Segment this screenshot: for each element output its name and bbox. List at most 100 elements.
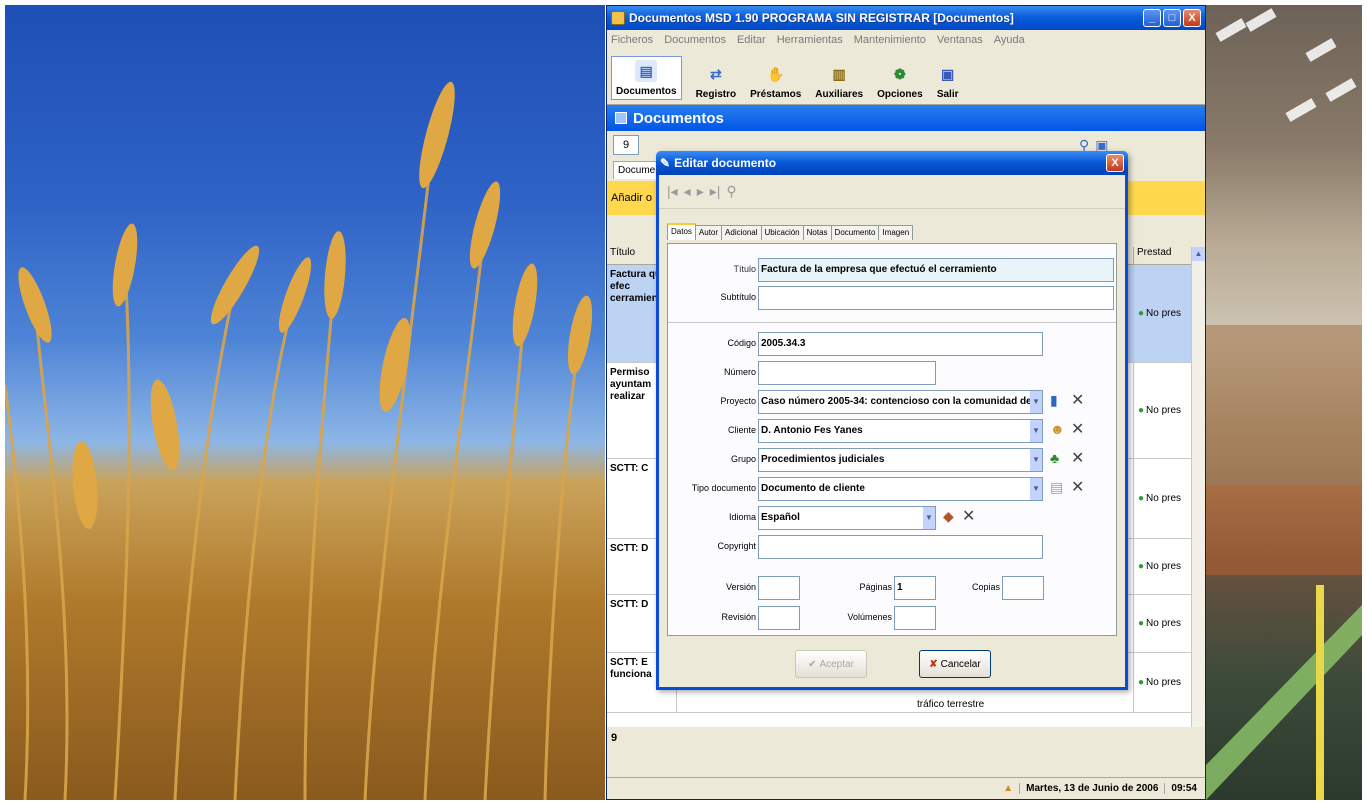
- toolbar-salir-label: Salir: [936, 89, 959, 100]
- menu-ventanas[interactable]: Ventanas: [937, 34, 983, 46]
- proyecto-select[interactable]: Caso número 2005-34: contencioso con la …: [758, 390, 1043, 414]
- toolbar-documentos-button[interactable]: ▤ Documentos: [611, 56, 682, 100]
- next-record-icon[interactable]: ▸: [697, 183, 704, 200]
- idioma-dropdown-icon[interactable]: ▼: [923, 507, 935, 529]
- grid-footer: 9: [607, 728, 1205, 756]
- close-button[interactable]: X: [1183, 9, 1201, 27]
- dialog-title-bar: ✎ Editar documento X: [656, 151, 1128, 175]
- toolbar-prestamos-button[interactable]: ✋ Préstamos: [750, 63, 802, 101]
- idioma-select[interactable]: Español: [758, 506, 936, 530]
- volumenes-label: Volúmenes: [847, 612, 892, 622]
- check-icon: ✔: [808, 658, 817, 670]
- idioma-label: Idioma: [728, 512, 756, 522]
- exit-icon: ▣: [941, 65, 955, 82]
- grid-scrollbar[interactable]: ▲: [1191, 247, 1205, 727]
- dialog-title: Editar documento: [674, 156, 777, 170]
- cliente-dropdown-icon[interactable]: ▼: [1030, 420, 1042, 442]
- tab-notas[interactable]: Notas: [802, 225, 832, 240]
- proyecto-clear-icon[interactable]: ✕: [1071, 390, 1084, 410]
- last-record-icon[interactable]: ▸|: [710, 183, 721, 200]
- status-bar: ▲ Martes, 13 de Junio de 2006 09:54: [607, 777, 1205, 799]
- menu-documentos[interactable]: Documentos: [664, 34, 726, 46]
- proyecto-label: Proyecto: [720, 396, 756, 406]
- paginas-field[interactable]: 1: [894, 576, 936, 600]
- numero-field[interactable]: [758, 361, 936, 385]
- proyecto-dropdown-icon[interactable]: ▼: [1030, 391, 1042, 413]
- copias-field[interactable]: [1002, 576, 1044, 600]
- menu-ficheros[interactable]: Ficheros: [611, 34, 653, 46]
- loans-icon: ✋: [766, 65, 785, 82]
- tipo-documento-label: Tipo documento: [691, 483, 756, 493]
- search-icon[interactable]: ⚲: [726, 183, 736, 200]
- paginas-label: Páginas: [859, 582, 892, 592]
- project-icon[interactable]: ▮: [1050, 392, 1058, 409]
- tab-imagen[interactable]: Imagen: [878, 225, 914, 240]
- dialog-close-button[interactable]: X: [1106, 154, 1124, 172]
- tipo-dropdown-icon[interactable]: ▼: [1030, 478, 1042, 500]
- options-icon: ❁: [893, 65, 906, 82]
- grupo-clear-icon[interactable]: ✕: [1071, 448, 1084, 468]
- auxiliary-icon: ▥: [832, 65, 846, 82]
- toolbar-opciones-label: Opciones: [877, 89, 923, 100]
- tab-ubicacion[interactable]: Ubicación: [760, 225, 804, 240]
- client-icon[interactable]: ☻: [1050, 421, 1065, 437]
- revision-label: Revisión: [721, 612, 756, 622]
- titulo-label: Título: [733, 264, 756, 274]
- main-toolbar: ▤ Documentos ⇄ Registro ✋ Préstamos ▥ Au…: [607, 50, 1205, 105]
- codigo-field[interactable]: 2005.34.3: [758, 332, 1043, 356]
- tab-adicional[interactable]: Adicional: [721, 225, 762, 240]
- grupo-dropdown-icon[interactable]: ▼: [1030, 449, 1042, 471]
- add-filter-text[interactable]: Añadir o: [611, 192, 652, 204]
- column-header-loan[interactable]: Prestad: [1133, 247, 1191, 264]
- volumenes-field[interactable]: [894, 606, 936, 630]
- toolbar-auxiliares-label: Auxiliares: [815, 89, 864, 100]
- maximize-button[interactable]: □: [1163, 9, 1181, 27]
- dialog-tabs: Datos Autor Adicional Ubicación Notas Do…: [667, 223, 914, 240]
- app-icon: [611, 11, 625, 25]
- first-record-icon[interactable]: |◂: [667, 183, 678, 200]
- edit-icon: ✎: [660, 156, 671, 170]
- toolbar-documentos-label: Documentos: [616, 86, 677, 97]
- row-loan: No pres: [1146, 308, 1182, 319]
- copias-label: Copias: [971, 582, 1000, 592]
- toolbar-prestamos-label: Préstamos: [750, 89, 802, 100]
- menu-ayuda[interactable]: Ayuda: [994, 34, 1025, 46]
- record-count-input[interactable]: 9: [613, 135, 639, 155]
- minimize-button[interactable]: _: [1143, 9, 1161, 27]
- idioma-clear-icon[interactable]: ✕: [962, 506, 975, 526]
- copyright-field[interactable]: [758, 535, 1043, 559]
- cliente-clear-icon[interactable]: ✕: [1071, 419, 1084, 439]
- toolbar-registro-button[interactable]: ⇄ Registro: [696, 63, 737, 101]
- section-title: Documentos: [633, 109, 724, 127]
- loan-status-icon: ●: [1138, 677, 1145, 688]
- tipo-documento-select[interactable]: Documento de cliente: [758, 477, 1043, 501]
- prev-record-icon[interactable]: ◂: [684, 183, 691, 200]
- grupo-select[interactable]: Procedimientos judiciales: [758, 448, 1043, 472]
- toolbar-opciones-button[interactable]: ❁ Opciones: [877, 63, 923, 101]
- cancel-button[interactable]: ✘ Cancelar: [919, 650, 991, 678]
- menu-herramientas[interactable]: Herramientas: [777, 34, 843, 46]
- subtitulo-field[interactable]: [758, 286, 1114, 310]
- revision-field[interactable]: [758, 606, 800, 630]
- tipo-clear-icon[interactable]: ✕: [1071, 477, 1084, 497]
- row-description: tráfico terrestre: [917, 699, 985, 710]
- titulo-field[interactable]: Factura de la empresa que efectuó el cer…: [758, 258, 1114, 282]
- doctype-icon[interactable]: ▤: [1050, 479, 1063, 496]
- row-loan: No pres: [1146, 493, 1182, 504]
- menu-mantenimiento[interactable]: Mantenimiento: [854, 34, 926, 46]
- scroll-up-icon[interactable]: ▲: [1192, 247, 1205, 261]
- language-icon[interactable]: ◆: [943, 508, 954, 525]
- tab-datos[interactable]: Datos: [667, 223, 696, 240]
- documents-icon: ▤: [635, 60, 658, 82]
- user-icon: ▲: [1003, 783, 1014, 794]
- tab-autor[interactable]: Autor: [694, 225, 723, 240]
- version-field[interactable]: [758, 576, 800, 600]
- group-icon[interactable]: ♣: [1050, 450, 1059, 466]
- tab-documento[interactable]: Documento: [830, 225, 880, 240]
- accept-button[interactable]: ✔ Aceptar: [795, 650, 867, 678]
- toolbar-salir-button[interactable]: ▣ Salir: [936, 63, 959, 101]
- menu-editar[interactable]: Editar: [737, 34, 766, 46]
- toolbar-auxiliares-button[interactable]: ▥ Auxiliares: [815, 63, 864, 101]
- cliente-select[interactable]: D. Antonio Fes Yanes: [758, 419, 1043, 443]
- form-divider: [668, 322, 1116, 323]
